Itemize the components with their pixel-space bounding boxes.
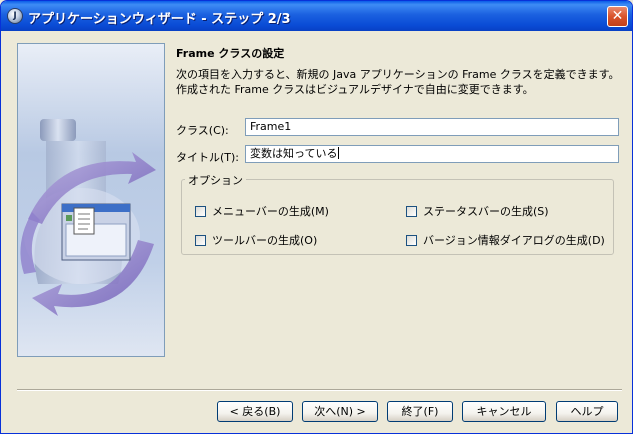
window-icon-titlebar	[62, 204, 130, 212]
version-dialog-checkbox[interactable]: バージョン情報ダイアログの生成(D)	[406, 232, 605, 248]
statusbar-checkbox-label: ステータスバーの生成(S)	[423, 205, 549, 218]
statusbar-checkbox[interactable]: ステータスバーの生成(S)	[406, 203, 549, 219]
flask-neck	[40, 119, 76, 141]
toolbar-checkbox[interactable]: ツールバーの生成(O)	[195, 232, 317, 248]
app-icon[interactable]: J	[7, 8, 23, 24]
toolbar-checkbox-label: ツールバーの生成(O)	[212, 234, 318, 247]
wizard-window: J アプリケーションウィザード - ステップ 2/3 ✕ Frame クラスの設…	[0, 0, 633, 434]
menubar-checkbox[interactable]: メニューバーの生成(M)	[195, 203, 329, 219]
window-title: アプリケーションウィザード - ステップ 2/3	[28, 12, 291, 27]
class-input-value: Frame1	[250, 120, 292, 133]
footer-separator	[17, 389, 622, 391]
options-group-title: オプション	[185, 172, 246, 188]
next-button[interactable]: 次へ(N) >	[302, 401, 378, 422]
window-icon-toolbar-button	[66, 215, 72, 221]
app-icon-label: J	[13, 11, 17, 21]
description-line-2: 作成された Frame クラスはビジュアルデザイナで自由に変更できます。	[176, 83, 534, 96]
class-label: クラス(C):	[176, 124, 229, 137]
text-caret	[338, 147, 340, 159]
title-input[interactable]: 変数は知っている	[245, 145, 619, 163]
title-bar[interactable]: J アプリケーションウィザード - ステップ 2/3 ✕	[1, 1, 632, 31]
version-dialog-checkbox-label: バージョン情報ダイアログの生成(D)	[423, 234, 605, 247]
checkbox-box[interactable]	[195, 234, 206, 246]
description: 次の項目を入力すると、新規の Java アプリケーションの Frame クラスを…	[176, 67, 620, 97]
description-line-1: 次の項目を入力すると、新規の Java アプリケーションの Frame クラスを…	[176, 68, 620, 81]
back-button[interactable]: < 戻る(B)	[217, 401, 293, 422]
checkbox-box[interactable]	[406, 205, 417, 217]
document-icon	[73, 207, 95, 235]
title-input-value: 変数は知っている	[250, 147, 338, 160]
wizard-illustration	[17, 43, 165, 357]
checkbox-box[interactable]	[195, 205, 206, 217]
title-label: タイトル(T):	[176, 151, 240, 164]
help-button[interactable]: ヘルプ	[556, 401, 618, 422]
class-input[interactable]: Frame1	[245, 118, 619, 136]
close-button[interactable]: ✕	[607, 6, 628, 27]
finish-button[interactable]: 終了(F)	[387, 401, 453, 422]
cancel-button[interactable]: キャンセル	[462, 401, 546, 422]
menubar-checkbox-label: メニューバーの生成(M)	[212, 205, 329, 218]
close-icon: ✕	[611, 8, 624, 24]
page-title: Frame クラスの設定	[176, 47, 285, 60]
checkbox-box[interactable]	[406, 234, 417, 246]
wizard-illustration-art	[20, 119, 156, 316]
